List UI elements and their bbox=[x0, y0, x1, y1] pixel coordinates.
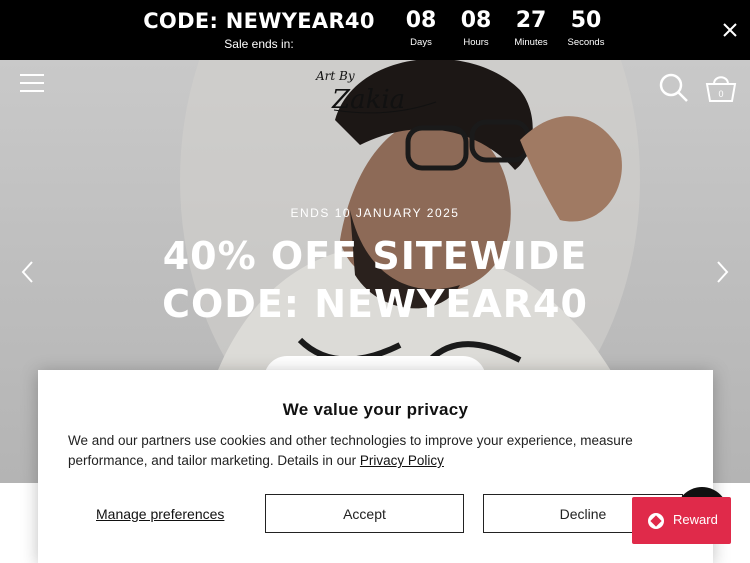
countdown-label: Minutes bbox=[514, 37, 548, 48]
privacy-body: We and our partners use cookies and othe… bbox=[68, 431, 688, 471]
countdown-minutes: 27 Minutes bbox=[501, 7, 561, 50]
accept-button[interactable]: Accept bbox=[265, 494, 464, 533]
logo-mark: Art By Zakia bbox=[315, 69, 437, 115]
reward-label: Reward bbox=[673, 512, 718, 527]
privacy-policy-link[interactable]: Privacy Policy bbox=[360, 453, 444, 468]
hero-code: CODE: NEWYEAR40 bbox=[162, 282, 588, 326]
privacy-title: We value your privacy bbox=[282, 400, 469, 419]
privacy-dialog: We value your privacy We and our partner… bbox=[38, 370, 713, 563]
reward-button[interactable]: Reward bbox=[632, 497, 731, 544]
countdown-value: 27 bbox=[515, 8, 547, 33]
countdown-label: Hours bbox=[463, 37, 489, 48]
reward-icon bbox=[648, 513, 664, 529]
countdown-label: Days bbox=[410, 37, 432, 48]
close-icon[interactable] bbox=[720, 20, 740, 40]
promo-code: CODE: NEWYEAR40 bbox=[143, 9, 375, 33]
cart-count: 0 bbox=[718, 89, 723, 99]
search-icon[interactable] bbox=[658, 72, 690, 104]
countdown-value: 08 bbox=[405, 8, 437, 33]
promo-block: CODE: NEWYEAR40 Sale ends in: bbox=[141, 8, 377, 52]
cart-icon[interactable]: 0 bbox=[703, 70, 739, 106]
countdown-value: 08 bbox=[460, 8, 492, 33]
countdown-hours: 08 Hours bbox=[446, 7, 506, 50]
menu-icon[interactable] bbox=[20, 74, 44, 94]
privacy-body-text: We and our partners use cookies and othe… bbox=[68, 433, 633, 468]
hero-headline: 40% OFF SITEWIDE bbox=[162, 234, 588, 278]
countdown-value: 50 bbox=[570, 8, 602, 33]
countdown-label: Seconds bbox=[567, 37, 605, 48]
sale-ends-label: Sale ends in: bbox=[224, 37, 294, 51]
countdown-seconds: 50 Seconds bbox=[556, 7, 616, 50]
sale-end-date: ENDS 10 JANUARY 2025 bbox=[290, 206, 460, 220]
countdown-days: 08 Days bbox=[391, 7, 451, 50]
manage-preferences-link[interactable]: Manage preferences bbox=[96, 506, 224, 522]
svg-text:Zakia: Zakia bbox=[331, 85, 405, 115]
announcement-bar: CODE: NEWYEAR40 Sale ends in: 08 Days 08… bbox=[0, 0, 750, 60]
svg-text:Art By: Art By bbox=[315, 69, 355, 83]
site-logo[interactable]: Art By Zakia bbox=[312, 64, 442, 116]
